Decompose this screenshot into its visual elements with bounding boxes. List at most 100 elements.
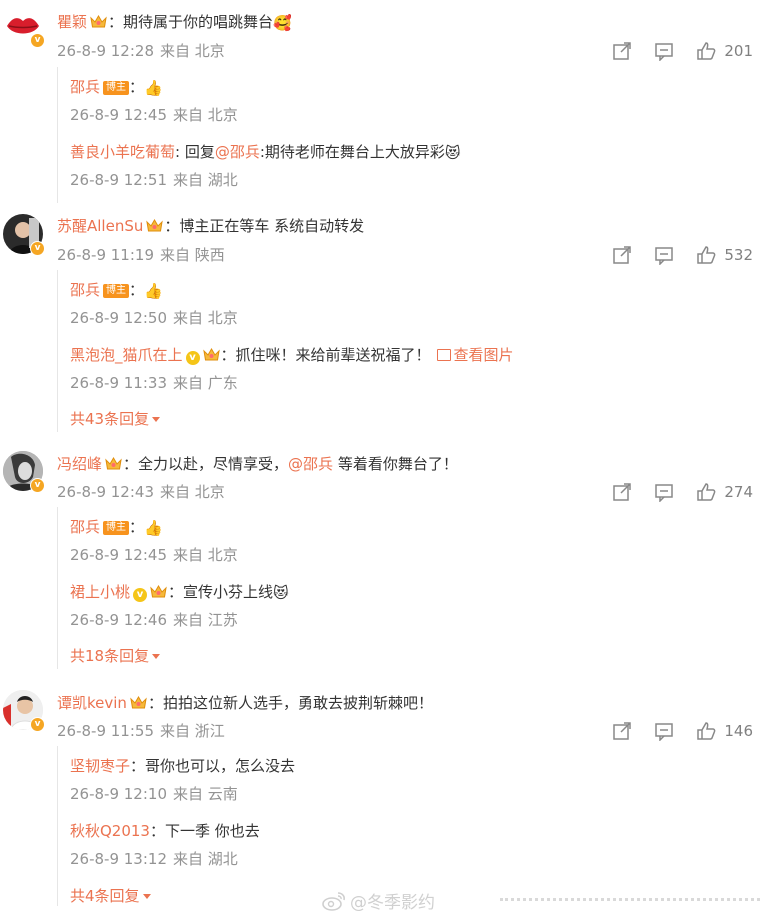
location: 来自 江苏 <box>173 611 238 629</box>
mention-link[interactable]: @邵兵 <box>288 455 333 473</box>
reply-list: 邵兵 博主 ：👍 26-8-9 12:45 来自 北京 裙上小桃 v ：宣传小芬上线😻 2… <box>57 507 758 669</box>
comment-body: 瞿颖 ：期待属于你的唱跳舞台🥰 <box>57 12 292 33</box>
username[interactable]: 邵兵 <box>70 518 100 536</box>
crown-badge-icon <box>130 696 147 709</box>
username[interactable]: 瞿颖 <box>57 13 87 31</box>
reply-text: ： <box>129 78 145 96</box>
reply-body: 坚韧枣子：哥你也可以，怎么没去 <box>70 756 295 776</box>
username[interactable]: 裙上小桃 <box>70 583 130 601</box>
caret-down-icon <box>152 417 161 422</box>
more-replies-label: 共18条回复 <box>70 647 150 665</box>
like-icon[interactable] <box>696 721 716 741</box>
comment-text: ：拍拍这位新人选手，勇敢去披荆斩棘吧！ <box>147 694 433 712</box>
watermark: @冬季影约 <box>322 888 435 913</box>
reply-text: ：宣传小芬上线 <box>168 583 274 601</box>
username[interactable]: 邵兵 <box>70 281 100 299</box>
timestamp: 26-8-9 12:10 <box>70 785 167 803</box>
location: 来自 北京 <box>160 42 225 60</box>
username[interactable]: 苏醒AllenSu <box>57 217 143 235</box>
reply-body: 邵兵 博主 ：👍 <box>70 517 163 538</box>
comment-actions: 274 <box>590 481 753 503</box>
watermark-text: @冬季影约 <box>350 893 435 913</box>
timestamp: 26-8-9 11:33 <box>70 374 167 392</box>
username[interactable]: 邵兵 <box>70 78 100 96</box>
share-icon[interactable] <box>612 245 632 265</box>
more-replies-link[interactable]: 共4条回复 <box>70 886 151 906</box>
author-badge: 博主 <box>103 81 130 95</box>
avatar[interactable]: v <box>3 690 45 732</box>
image-icon <box>436 349 451 361</box>
verified-icon: v <box>30 478 45 493</box>
comment-meta: 26-8-9 12:43 来自 北京 <box>57 482 231 502</box>
timestamp: 26-8-9 12:28 <box>57 42 154 60</box>
share-icon[interactable] <box>612 41 632 61</box>
crown-badge-icon <box>90 15 107 28</box>
more-replies-link[interactable]: 共43条回复 <box>70 409 161 429</box>
thumbs-up-emoji: 👍 <box>144 79 163 97</box>
reply-body: 秋秋Q2013：下一季 你也去 <box>70 821 260 841</box>
like-icon[interactable] <box>696 41 716 61</box>
more-replies-label: 共43条回复 <box>70 410 150 428</box>
reply-meta: 26-8-9 12:45 来自 北京 <box>70 105 244 125</box>
location: 来自 浙江 <box>160 722 225 740</box>
like-icon[interactable] <box>696 245 716 265</box>
username[interactable]: 善良小羊吃葡萄 <box>70 143 175 161</box>
comment-text: ：期待属于你的唱跳舞台 <box>108 13 274 31</box>
timestamp: 26-8-9 12:46 <box>70 611 167 629</box>
timestamp: 26-8-9 12:43 <box>57 483 154 501</box>
mention-link[interactable]: @邵兵 <box>215 143 260 161</box>
more-replies-label: 共4条回复 <box>70 887 140 905</box>
cat-face-emoji: 😻 <box>444 144 461 162</box>
comment-text: ：全力以赴，尽情享受， <box>123 455 289 473</box>
reply-body: 邵兵 博主 ：👍 <box>70 280 163 301</box>
more-replies-link[interactable]: 共18条回复 <box>70 646 161 666</box>
comment-body: 苏醒AllenSu ：博主正在等车 系统自动转发 <box>57 216 364 236</box>
comment-icon[interactable] <box>654 721 674 741</box>
reply-list: 邵兵 博主 ：👍 26-8-9 12:45 来自 北京 善良小羊吃葡萄: 回复@邵兵:… <box>57 67 758 203</box>
verified-icon: v <box>185 351 200 365</box>
weibo-logo-icon <box>322 891 345 911</box>
verified-icon: v <box>30 241 45 256</box>
location: 来自 湖北 <box>173 850 238 868</box>
timestamp: 26-8-9 11:19 <box>57 246 154 264</box>
share-icon[interactable] <box>612 482 632 502</box>
username[interactable]: 冯绍峰 <box>57 455 102 473</box>
username[interactable]: 谭凯kevin <box>57 694 127 712</box>
username[interactable]: 坚韧枣子 <box>70 757 130 775</box>
avatar[interactable]: v <box>3 451 45 493</box>
comment-actions: 201 <box>590 40 753 62</box>
comment-body: 谭凯kevin ：拍拍这位新人选手，勇敢去披荆斩棘吧！ <box>57 693 433 713</box>
comment-actions: 146 <box>590 720 753 742</box>
timestamp: 26-8-9 12:50 <box>70 309 167 327</box>
share-icon[interactable] <box>612 721 632 741</box>
username[interactable]: 黑泡泡_猫爪在上 <box>70 346 183 364</box>
reply-text: ： <box>129 281 145 299</box>
view-image-link[interactable]: 查看图片 <box>436 346 514 364</box>
reply-list: 邵兵 博主 ：👍 26-8-9 12:50 来自 北京 黑泡泡_猫爪在上 v ：抓住咪！来… <box>57 270 758 432</box>
view-image-label: 查看图片 <box>453 346 514 364</box>
avatar[interactable]: v <box>3 6 45 48</box>
location: 来自 广东 <box>173 374 238 392</box>
like-count: 201 <box>724 42 753 60</box>
reply-body: 裙上小桃 v ：宣传小芬上线😻 <box>70 582 289 603</box>
username[interactable]: 秋秋Q2013 <box>70 822 150 840</box>
comment-icon[interactable] <box>654 41 674 61</box>
location: 来自 北京 <box>160 483 225 501</box>
timestamp: 26-8-9 12:51 <box>70 171 167 189</box>
comment-icon[interactable] <box>654 245 674 265</box>
location: 来自 北京 <box>173 546 238 564</box>
caret-down-icon <box>152 654 161 659</box>
thumbs-up-emoji: 👍 <box>144 282 163 300</box>
crown-badge-icon <box>150 585 167 598</box>
location: 来自 陕西 <box>160 246 225 264</box>
like-icon[interactable] <box>696 482 716 502</box>
reply-list: 坚韧枣子：哥你也可以，怎么没去 26-8-9 12:10 来自 云南 秋秋Q201… <box>57 746 758 906</box>
reply-meta: 26-8-9 12:50 来自 北京 <box>70 308 244 328</box>
comment-icon[interactable] <box>654 482 674 502</box>
comment-meta: 26-8-9 11:19 来自 陕西 <box>57 245 231 265</box>
reply-body: 黑泡泡_猫爪在上 v ：抓住咪！来给前辈送祝福了！ 查看图片 <box>70 345 514 365</box>
comment-text: 等着看你舞台了！ <box>333 455 458 473</box>
like-count: 146 <box>724 722 753 740</box>
avatar[interactable]: v <box>3 214 45 256</box>
crown-badge-icon <box>146 219 164 232</box>
